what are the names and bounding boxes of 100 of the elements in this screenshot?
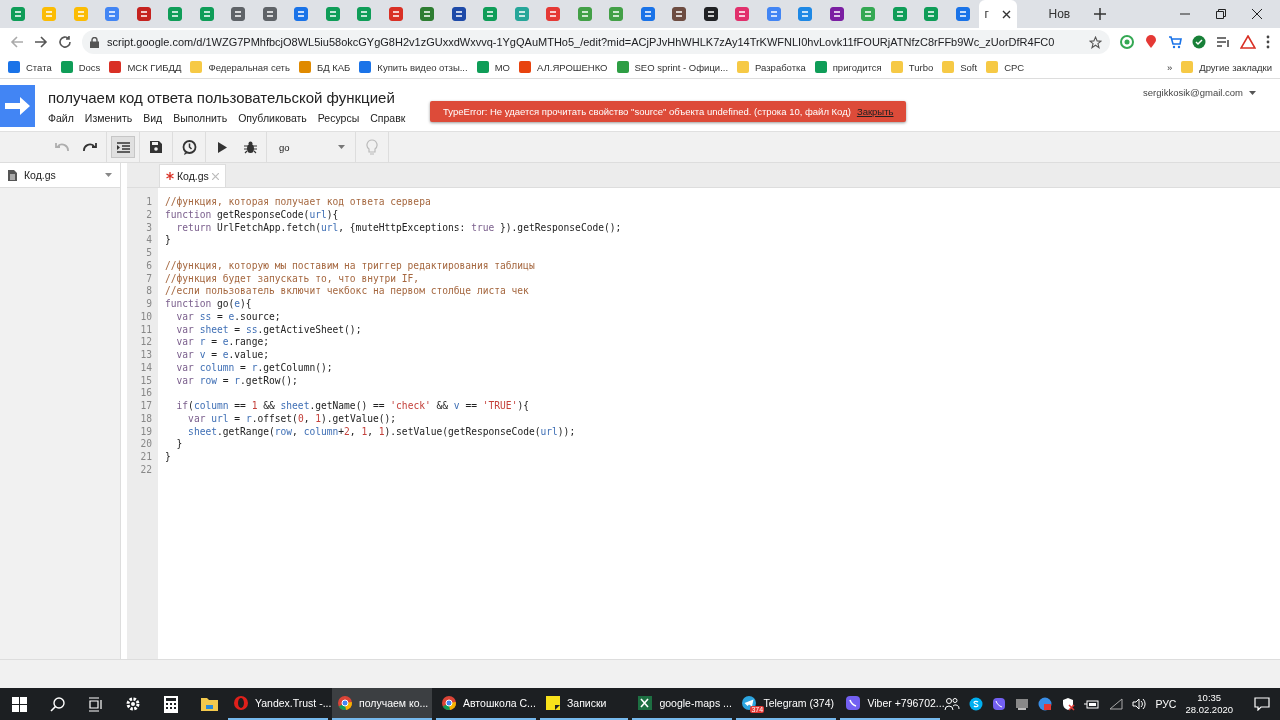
taskbar-app[interactable]: Автошкола С...	[436, 688, 536, 720]
clock[interactable]: 10:35 28.02.2020	[1185, 692, 1233, 716]
code-line: if(column == 1 && sheet.getName() == 'check' && v == 'TRUE'){	[175, 400, 529, 411]
bookmark[interactable]: Turbo	[890, 61, 934, 73]
reload-icon[interactable]	[58, 35, 72, 49]
line-number: 3	[146, 221, 152, 233]
app-icon	[233, 695, 249, 711]
line-number: 12	[140, 336, 152, 348]
url-text: script.google.com/d/1WZG7PMhfbcjO8WL5iu58okcGYgG8H2v1zGUxxdWxvvq-1YgQAuMTHo5_/edit?mid=ACjPJvHhWHLK7zAy14TrKWFNLI0hvLovk11fFOURjATNfzC8rFFb9Wc_zUorDfR4FC0	[107, 36, 1055, 48]
project-title[interactable]: получаем код ответа пользовательской функцией	[48, 89, 417, 106]
taskbar-app[interactable]: получаем ко...	[332, 688, 432, 720]
lock-icon	[90, 36, 99, 48]
logo-icon[interactable]	[0, 85, 35, 127]
address-bar[interactable]: script.google.com/d/1WZG7PMhfbcjO8WL5iu58okcGYgG8H2v1zGUxxdWxvvq-1YgQAuMTHo5_/edit?mid=ACjPJvHhWHLK7zAy14TrKWFNLI0hvLovk11fFOURjATNfzC8rFFb9Wc_zUorDfR4FC0	[82, 30, 1110, 54]
code-line: var ss = e.source;	[175, 310, 281, 322]
account-menu[interactable]: sergikkosik@gmail.com	[1143, 87, 1256, 98]
warning-icon[interactable]	[1240, 35, 1256, 49]
taskbar-app[interactable]: Записки	[540, 688, 629, 720]
close-link[interactable]: Закрыть	[856, 106, 894, 117]
menu-item[interactable]: Ресурсы	[317, 112, 360, 124]
file-icon	[8, 169, 17, 181]
bookmark[interactable]: БД КАБ	[298, 61, 351, 73]
menu-icon[interactable]	[1266, 35, 1270, 49]
restore-icon[interactable]	[1216, 9, 1226, 19]
line-number: 16	[140, 387, 152, 399]
app-icon	[637, 695, 654, 711]
bookmark[interactable]: Разработка	[737, 61, 806, 73]
menu-item[interactable]: Вид	[143, 112, 163, 124]
bookmark[interactable]: пригодится	[814, 61, 882, 73]
app-icon	[545, 695, 561, 711]
file-item[interactable]: Код.gs	[0, 163, 120, 188]
wifi-icon[interactable]	[1109, 698, 1124, 710]
line-number: 6	[146, 259, 152, 271]
playlist-icon[interactable]	[1216, 35, 1230, 49]
app-icon	[337, 695, 353, 711]
menu-item[interactable]: Файл	[48, 112, 74, 124]
star-icon[interactable]	[1089, 35, 1102, 49]
line-number: 20	[140, 438, 152, 450]
code-line: function getResponseCode(url){	[165, 208, 339, 220]
bookmark[interactable]: Стата	[8, 61, 52, 73]
forward-icon[interactable]	[34, 35, 48, 49]
redo-icon	[83, 142, 97, 152]
code-line: //функция, которая получает код ответа сервера	[165, 196, 431, 207]
bookmark[interactable]: Купить видео отзы...	[359, 61, 468, 73]
undo-icon	[55, 142, 69, 152]
language-indicator[interactable]: РУС	[1155, 698, 1177, 710]
bookmark[interactable]: Soft	[942, 61, 978, 73]
taskbar-app[interactable]: google-maps ...	[632, 688, 733, 720]
bookmark[interactable]: Другие закладки	[1181, 61, 1272, 73]
editor-tab[interactable]: Код.gs	[159, 164, 226, 187]
indent-button[interactable]	[111, 136, 135, 158]
bookmark[interactable]: МО	[476, 61, 510, 73]
line-number: 4	[146, 234, 152, 246]
code-line: }	[165, 234, 171, 246]
printer-icon[interactable]	[1015, 697, 1030, 711]
line-number: 10	[140, 310, 152, 322]
pin-icon[interactable]	[1144, 35, 1158, 49]
browser-tab[interactable]: Нов	[1016, 0, 1077, 28]
bookmark[interactable]: АЛ.ЯРОШЕНКО	[518, 61, 608, 73]
menu-item[interactable]: Изменить	[84, 112, 133, 124]
line-number: 18	[140, 412, 152, 424]
line-number: 5	[146, 247, 152, 258]
line-number: 22	[140, 463, 152, 475]
bug-icon	[243, 140, 257, 154]
people-icon[interactable]	[944, 697, 961, 711]
active-tab[interactable]: г	[978, 0, 1017, 28]
menu-item[interactable]: Опубликовать	[238, 112, 307, 124]
bookmark[interactable]: Docs	[60, 61, 101, 73]
more-bookmarks-button[interactable]: »	[1166, 61, 1173, 73]
bookmark[interactable]: SEO sprint - Офици...	[616, 61, 729, 73]
battery-icon[interactable]	[1084, 698, 1101, 710]
line-number: 14	[140, 361, 152, 373]
save-icon	[150, 141, 162, 153]
bookmark[interactable]: CPC	[986, 61, 1025, 73]
line-number: 7	[146, 272, 152, 284]
clock-icon	[181, 139, 197, 155]
error-message: TypeError: Не удается прочитать свойство "source" объекта undefined. (строка 10, файл Код)	[443, 106, 851, 117]
notification-icon[interactable]	[1254, 697, 1270, 711]
close-icon[interactable]	[1001, 9, 1011, 19]
skype-icon[interactable]	[969, 697, 984, 711]
viber-icon[interactable]	[992, 697, 1007, 711]
new-tab-icon[interactable]	[1094, 8, 1107, 20]
caret-icon[interactable]	[105, 173, 112, 177]
cart-icon[interactable]	[1168, 35, 1182, 49]
line-number: 11	[140, 323, 152, 335]
volume-icon[interactable]	[1132, 698, 1147, 710]
line-number: 8	[146, 285, 152, 297]
code-line: //функция будет запускать то, что внутри IF,	[165, 272, 420, 284]
code-line: var row = r.getRow();	[175, 374, 298, 386]
shield-icon[interactable]	[1061, 697, 1076, 711]
indent-icon	[116, 141, 130, 153]
menu-item[interactable]: Выполнить	[173, 112, 228, 124]
bookmark[interactable]: Федеральная сеть	[190, 61, 290, 73]
line-number: 9	[146, 298, 152, 309]
function-select[interactable]: go	[269, 132, 353, 162]
extension-icon[interactable]	[1120, 35, 1134, 49]
bookmark[interactable]: МСК ГИБДД	[109, 61, 182, 73]
menu-item[interactable]: Справк	[370, 112, 406, 124]
close-icon[interactable]	[1252, 9, 1262, 19]
code-line: var v = e.value;	[175, 349, 269, 360]
